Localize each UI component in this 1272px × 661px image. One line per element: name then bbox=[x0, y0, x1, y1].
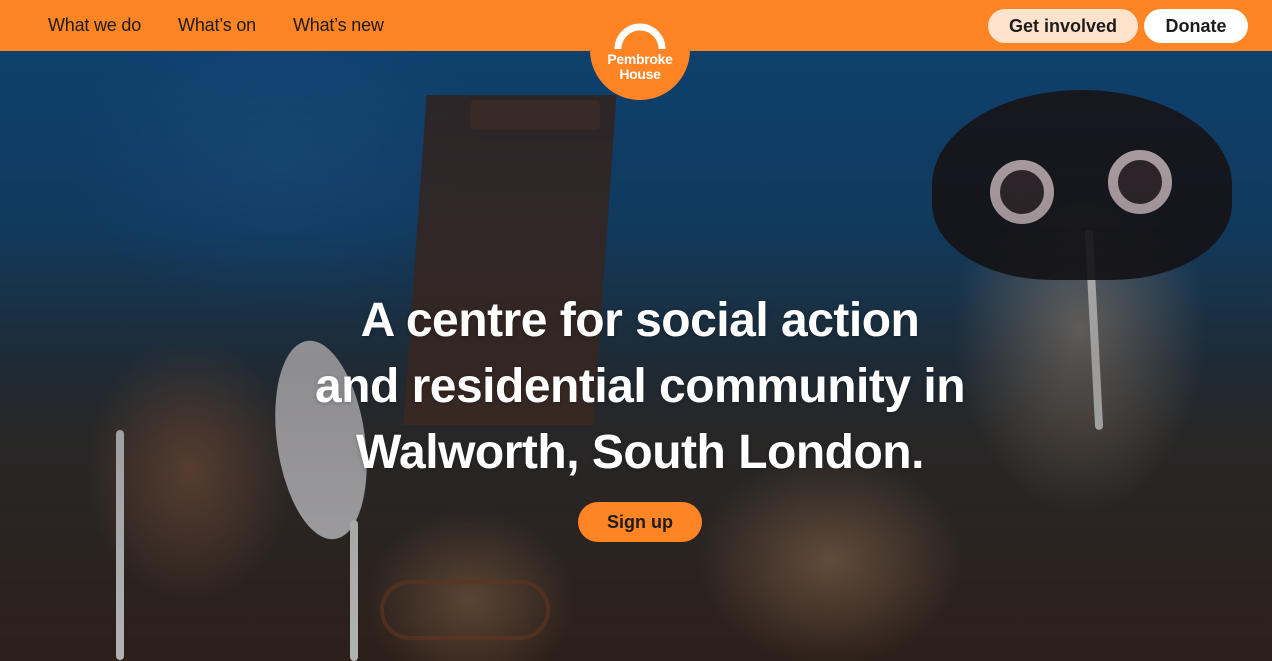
donate-button[interactable]: Donate bbox=[1144, 9, 1248, 43]
logo-text-line2: House bbox=[619, 65, 661, 82]
hero-headline: A centre for social action and residenti… bbox=[236, 288, 1044, 486]
nav-link-whats-on[interactable]: What’s on bbox=[178, 15, 256, 36]
logo-text-line1: Pembroke bbox=[607, 50, 673, 67]
nav-link-whats-new[interactable]: What’s new bbox=[293, 15, 384, 36]
hero-headline-line: and residential community in bbox=[314, 360, 966, 413]
sign-up-button[interactable]: Sign up bbox=[578, 502, 702, 542]
hero-headline-line: Walworth, South London. bbox=[356, 426, 924, 479]
get-involved-button[interactable]: Get involved bbox=[988, 9, 1138, 43]
primary-nav: What we do What’s on What’s new bbox=[48, 0, 421, 51]
nav-actions: Get involved Donate bbox=[988, 9, 1248, 43]
site-logo[interactable]: Pembroke House bbox=[590, 0, 690, 100]
logo-arch-icon bbox=[614, 23, 666, 49]
hero-headline-line: A centre for social action bbox=[360, 294, 920, 347]
nav-link-what-we-do[interactable]: What we do bbox=[48, 15, 141, 36]
